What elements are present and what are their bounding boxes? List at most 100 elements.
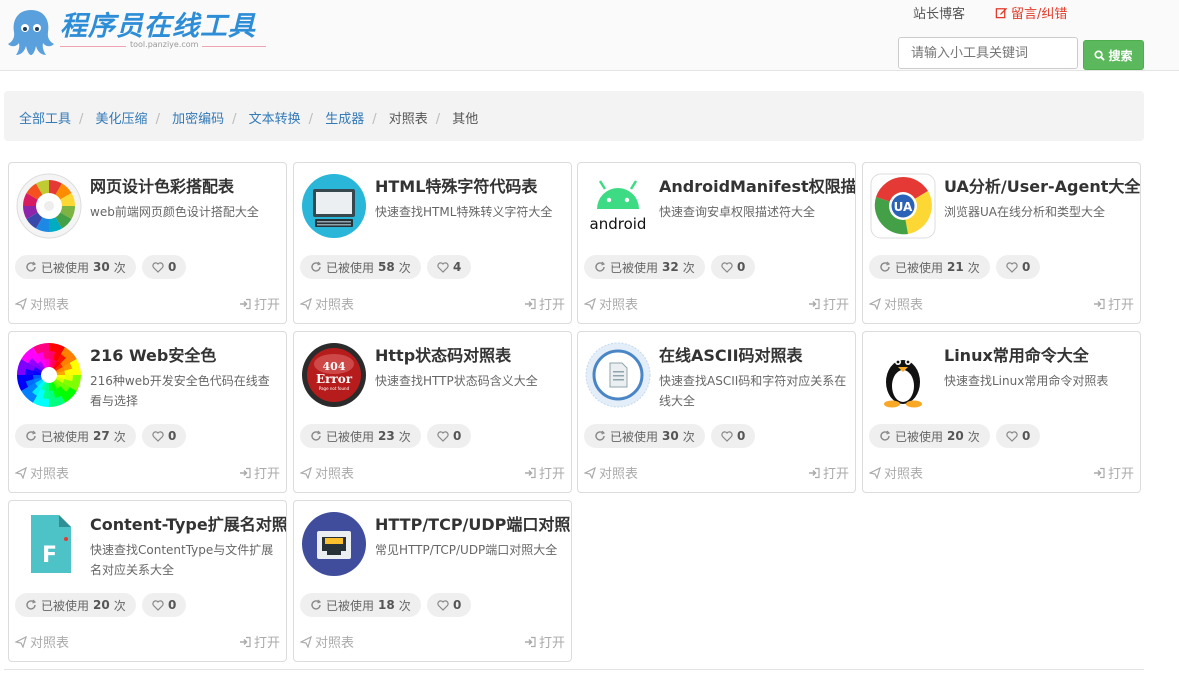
feedback-link-label: 留言/纠错	[1011, 7, 1068, 22]
usage-prefix: 已被使用	[326, 598, 375, 613]
send-icon	[300, 466, 312, 479]
ethernet-port-icon[interactable]	[301, 511, 367, 577]
open-link[interactable]: 打开	[808, 463, 849, 482]
usage-suffix: 次	[398, 598, 411, 613]
category-link[interactable]: 对照表	[300, 294, 354, 313]
nav-separator: /	[232, 112, 237, 127]
refresh-icon	[595, 261, 606, 272]
search-input[interactable]	[898, 37, 1078, 69]
icon-label: android	[590, 215, 647, 233]
tool-title[interactable]: Http状态码对照表	[375, 342, 511, 366]
open-link[interactable]: 打开	[524, 294, 565, 313]
ua-browser-icon[interactable]: UA	[870, 173, 936, 239]
usage-prefix: 已被使用	[326, 429, 375, 444]
tool-card[interactable]: Linux常用命令大全 快速查找Linux常用命令对照表 已被使用 20 次 0…	[862, 331, 1141, 493]
nav-generator[interactable]: 生成器	[325, 112, 364, 127]
tool-title[interactable]: 网页设计色彩搭配表	[90, 173, 234, 197]
tool-card[interactable]: 404 Error Page not found Http状态码对照表 快速查找HT…	[293, 331, 572, 493]
rainbow-circle-icon[interactable]	[16, 342, 82, 408]
category-label: 对照表	[884, 467, 924, 482]
category-link[interactable]: 对照表	[15, 463, 69, 482]
like-button[interactable]: 0	[996, 255, 1041, 279]
tool-description: web前端网页颜色设计搭配大全	[90, 205, 259, 219]
tool-card[interactable]: HTTP/TCP/UDP端口对照 常见HTTP/TCP/UDP端口对照大全 已被…	[293, 500, 572, 662]
send-icon	[300, 297, 312, 310]
nav-all-tools[interactable]: 全部工具	[19, 112, 71, 127]
tool-card[interactable]: 网页设计色彩搭配表 web前端网页颜色设计搭配大全 已被使用 30 次 0 对照…	[8, 162, 287, 324]
error-404-icon[interactable]: 404 Error Page not found	[301, 342, 367, 408]
category-link[interactable]: 对照表	[15, 294, 69, 313]
usage-prefix: 已被使用	[41, 260, 90, 275]
nav-encode[interactable]: 加密编码	[172, 112, 224, 127]
blog-link[interactable]: 站长博客	[913, 3, 965, 22]
like-button[interactable]: 0	[996, 424, 1041, 448]
usage-suffix: 次	[398, 260, 411, 275]
tool-title[interactable]: UA分析/User-Agent大全	[944, 173, 1140, 197]
tool-title[interactable]: HTTP/TCP/UDP端口对照	[375, 511, 570, 535]
category-link[interactable]: 对照表	[584, 463, 638, 482]
tool-title[interactable]: HTML特殊字符代码表	[375, 173, 537, 197]
category-link[interactable]: 对照表	[869, 463, 923, 482]
tool-title[interactable]: Content-Type扩展名对照	[90, 511, 286, 535]
search-button[interactable]: 搜索	[1083, 40, 1144, 70]
like-button[interactable]: 0	[142, 593, 187, 617]
category-link[interactable]: 对照表	[15, 632, 69, 651]
open-label: 打开	[538, 636, 565, 651]
search-icon	[1094, 49, 1106, 61]
nav-beautify[interactable]: 美化压缩	[96, 112, 148, 127]
open-label: 打开	[253, 467, 280, 482]
like-button[interactable]: 0	[427, 593, 472, 617]
category-label: 对照表	[884, 298, 924, 313]
tool-description: 快速查找Linux常用命令对照表	[944, 374, 1109, 388]
like-button[interactable]: 0	[711, 255, 756, 279]
nav-text-convert[interactable]: 文本转换	[249, 112, 301, 127]
like-button[interactable]: 4	[427, 255, 472, 279]
site-logo[interactable]: 程序员在线工具 tool.panziye.com	[6, 2, 266, 58]
category-link[interactable]: 对照表	[300, 632, 354, 651]
heart-icon	[152, 599, 164, 611]
sign-in-icon	[808, 467, 820, 478]
tool-card[interactable]: 216 Web安全色 216种web开发安全色代码在线查看与选择 已被使用 27…	[8, 331, 287, 493]
open-link[interactable]: 打开	[239, 632, 280, 651]
nav-reference[interactable]: 对照表	[389, 112, 428, 127]
tool-title[interactable]: Linux常用命令大全	[944, 342, 1089, 366]
tux-penguin-icon[interactable]	[870, 342, 936, 408]
category-label: 对照表	[30, 636, 70, 651]
android-icon[interactable]: android	[585, 173, 651, 239]
monitor-nbsp-icon[interactable]	[301, 173, 367, 239]
open-link[interactable]: 打开	[524, 632, 565, 651]
open-link[interactable]: 打开	[808, 294, 849, 313]
heart-icon	[1006, 430, 1018, 442]
like-count: 0	[1022, 260, 1031, 274]
tool-card[interactable]: 在线ASCII码对照表 快速查找ASCII码和字符对应关系在线大全 已被使用 3…	[577, 331, 856, 493]
file-f-icon[interactable]: F	[16, 511, 82, 577]
feedback-link[interactable]: 留言/纠错	[995, 3, 1067, 22]
tool-card[interactable]: UA UA分析/User-Agent大全 浏览器UA在线分析和类型大全 已被使用…	[862, 162, 1141, 324]
tool-title[interactable]: AndroidManifest权限描	[659, 173, 855, 197]
like-button[interactable]: 0	[142, 255, 187, 279]
open-link[interactable]: 打开	[239, 463, 280, 482]
tool-card[interactable]: android AndroidManifest权限描 快速查询安卓权限描述符大全…	[577, 162, 856, 324]
open-label: 打开	[538, 298, 565, 313]
tool-title[interactable]: 在线ASCII码对照表	[659, 342, 803, 366]
like-button[interactable]: 0	[142, 424, 187, 448]
tool-title[interactable]: 216 Web安全色	[90, 342, 216, 366]
color-wheel-icon[interactable]	[16, 173, 82, 239]
open-link[interactable]: 打开	[1093, 294, 1134, 313]
like-button[interactable]: 0	[711, 424, 756, 448]
document-circle-icon[interactable]	[585, 342, 651, 408]
nav-other[interactable]: 其他	[452, 112, 478, 127]
send-icon	[584, 466, 596, 479]
category-link[interactable]: 对照表	[300, 463, 354, 482]
category-link[interactable]: 对照表	[869, 294, 923, 313]
category-link[interactable]: 对照表	[584, 294, 638, 313]
sign-in-icon	[524, 636, 536, 647]
open-link[interactable]: 打开	[1093, 463, 1134, 482]
open-link[interactable]: 打开	[524, 463, 565, 482]
like-button[interactable]: 0	[427, 424, 472, 448]
open-link[interactable]: 打开	[239, 294, 280, 313]
tool-card[interactable]: F Content-Type扩展名对照 快速查找ContentType与文件扩展…	[8, 500, 287, 662]
usage-count: 18	[378, 598, 395, 612]
tool-card[interactable]: HTML特殊字符代码表 快速查找HTML特殊转义字符大全 已被使用 58 次 4…	[293, 162, 572, 324]
sign-in-icon	[524, 467, 536, 478]
